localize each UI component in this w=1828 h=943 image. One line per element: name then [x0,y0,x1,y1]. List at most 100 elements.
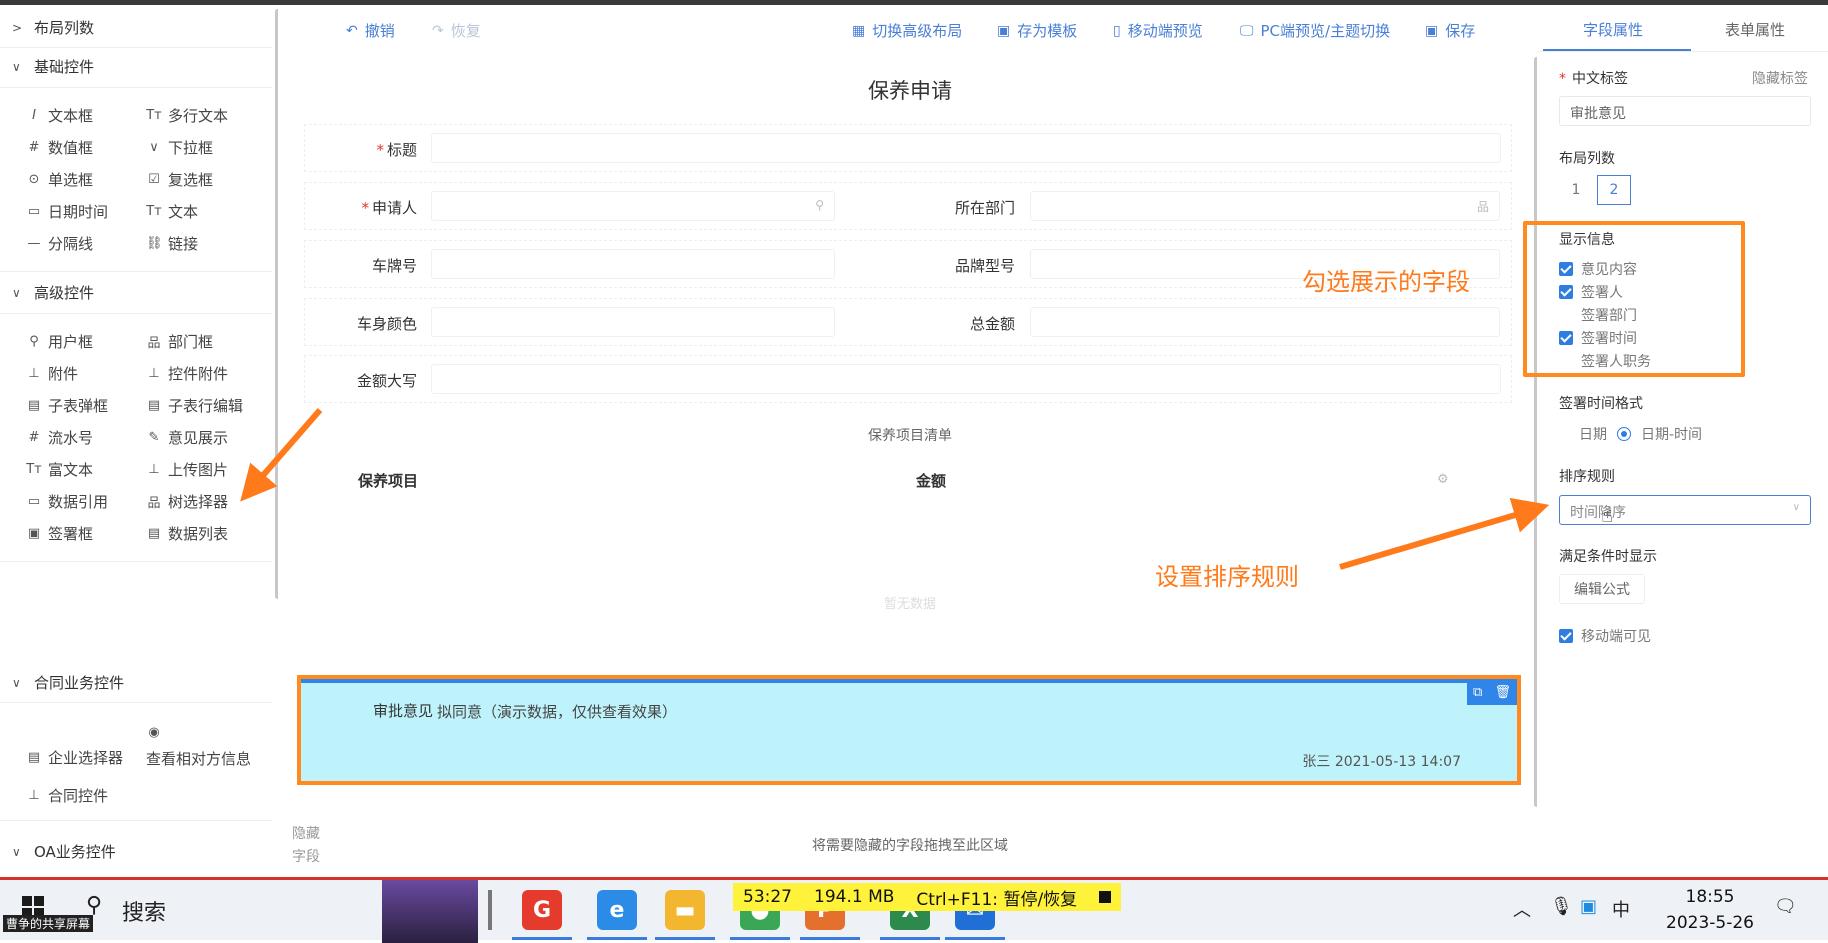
card-icon: ▭ [27,494,41,509]
field-row-title[interactable]: * 标题 [304,124,1512,172]
mobile-preview-button[interactable]: ▯ 移动端预览 [1113,20,1203,41]
total-input[interactable] [1030,307,1500,337]
app-g-icon[interactable]: G [522,890,562,930]
control-textbox[interactable]: I 文本框 [26,105,93,126]
columns-option-1[interactable]: 1 [1559,175,1593,205]
time-format-date[interactable]: 日期 [1579,424,1607,444]
control-rich-text[interactable]: Tт 富文本 [26,459,93,480]
ime-indicator[interactable]: 中 [1612,896,1630,922]
control-textarea[interactable]: Tт 多行文本 [146,105,228,126]
time-format-datetime[interactable]: 日期-时间 [1641,424,1702,444]
control-datetime[interactable]: ▭ 日期时间 [26,201,108,222]
sort-rule-select[interactable]: 时间降序 ∨ [1559,495,1811,525]
microphone-icon[interactable]: 🎙 [1550,896,1573,917]
stop-icon[interactable] [1099,891,1112,903]
control-department[interactable]: 品部门框 [146,331,213,352]
opinion-value: 拟同意（演示数据，仅供查看效果） [437,703,678,721]
divider [0,87,272,88]
search-icon[interactable]: ⚲ [86,893,102,918]
control-view-counterparty[interactable]: ◉ 查看相对方信息 [146,722,264,770]
field-row-color[interactable]: 车身颜色 总金额 [304,298,1512,346]
file-explorer-icon[interactable]: ▬ [665,890,705,930]
title-input[interactable] [431,133,1501,163]
control-serial-number[interactable]: # 流水号 [26,427,93,448]
subtable-col-amount: 金额 [916,472,947,490]
applicant-input[interactable]: ⚲ [431,191,835,221]
pc-preview-button[interactable]: 🖵 PC端预览/主题切换 [1240,20,1390,41]
control-attachment[interactable]: ⊥ 附件 [26,363,78,384]
control-subtable-popup[interactable]: ▤ 子表弹框 [26,395,108,416]
section-advanced-controls[interactable]: ∨ 高级控件 [12,282,94,303]
notification-icon[interactable]: 🗨 [1774,896,1797,917]
app-tray-icon[interactable]: ▣ [1580,896,1597,917]
tab-field-properties[interactable]: 字段属性 [1583,19,1643,40]
control-subtable-inline[interactable]: ▤ 子表行编辑 [146,395,243,416]
controls-sidebar: > 布局列数 ∨ 基础控件 I 文本框 Tт 多行文本 # 数值框 ∨ 下拉框 ⊙ 单选框 ☑… [0,5,278,877]
upload-icon: ⊥ [28,366,40,381]
control-dropdown[interactable]: ∨ 下拉框 [146,137,213,158]
color-input[interactable] [431,307,835,337]
control-data-list[interactable]: ▤ 数据列表 [146,523,228,544]
cn-label-input[interactable]: 审批意见 [1559,96,1811,126]
control-tree-selector[interactable]: 品树选择器 [146,491,228,512]
mobile-visible-toggle[interactable]: 移动端可见 [1559,626,1651,646]
mouse-pointer-icon: ☝ [1601,503,1614,527]
control-text[interactable]: Tт 文本 [146,201,198,222]
trash-icon[interactable]: 🗑 [1494,685,1511,700]
opinion-field-selected[interactable]: 审批意见 拟同意（演示数据，仅供查看效果） 张三 2021-05-13 14:0… [297,675,1521,785]
divider [0,561,272,562]
section-layout-columns[interactable]: > 布局列数 [12,17,94,38]
undo-button[interactable]: ↶ 撤销 [346,20,395,41]
control-upload-image[interactable]: ⊥ 上传图片 [146,459,228,480]
control-contract[interactable]: ⊥ 合同控件 [26,785,108,806]
control-control-attachment[interactable]: ⊥ 控件附件 [146,363,228,384]
control-data-reference[interactable]: ▭ 数据引用 [26,491,108,512]
monitor-icon: 🖵 [1240,22,1254,39]
copy-icon[interactable]: ⧉ [1473,685,1482,700]
save-button[interactable]: ▣ 保存 [1425,20,1475,41]
section-basic-controls[interactable]: ∨ 基础控件 [12,56,94,77]
tray-chevron-up-icon[interactable]: ︿ [1513,896,1531,922]
tab-form-properties[interactable]: 表单属性 [1725,19,1785,40]
taskbar-clock[interactable]: 18:55 2023-5-26 [1660,884,1760,936]
columns-option-2[interactable]: 2 [1597,175,1631,205]
control-user[interactable]: ⚲ 用户框 [26,331,93,352]
control-link[interactable]: ⛓ 链接 [146,233,198,254]
section-oa-controls[interactable]: ∨ OA业务控件 [12,841,116,862]
user-icon: ⚲ [29,334,39,349]
properties-panel: 字段属性 表单属性 * 中文标签 隐藏标签 审批意见 布局列数 1 2 显示信息 … [1537,5,1828,877]
switch-layout-button[interactable]: ▦ 切换高级布局 [852,20,962,41]
control-radio[interactable]: ⊙ 单选框 [26,169,93,190]
checkbox-icon [1732,71,1746,85]
control-divider[interactable]: — 分隔线 [26,233,94,254]
template-icon: ▣ [997,22,1011,39]
field-row-amount-upper[interactable]: 金额大写 [304,355,1512,403]
field-label-total: 总金额 [969,315,1015,333]
hide-label-toggle[interactable]: 隐藏标签 [1732,68,1808,88]
text-size-icon: Tт [26,462,42,477]
sidebar-scrollbar[interactable] [275,9,278,599]
annotation-set-sort: 设置排序规则 [1155,563,1299,591]
browser-icon[interactable]: e [597,890,637,930]
divider-icon: — [27,236,41,251]
control-checkbox[interactable]: ☑ 复选框 [146,169,213,190]
field-row-applicant[interactable]: * 申请人 ⚲ 所在部门 品 [304,182,1512,230]
section-contract-controls[interactable]: ∨ 合同业务控件 [12,672,124,693]
taskbar-search[interactable]: 搜索 [122,895,166,927]
building-icon: ▤ [27,750,41,765]
amount-upper-input[interactable] [431,364,1501,394]
control-signature[interactable]: ▣ 签署框 [26,523,93,544]
control-enterprise-selector[interactable]: ▤ 企业选择器 [26,747,123,768]
gear-icon[interactable]: ⚙ [1437,472,1449,487]
control-number[interactable]: # 数值框 [26,137,93,158]
department-input[interactable]: 品 [1030,191,1500,221]
control-opinion-display[interactable]: ✎ 意见展示 [146,427,228,448]
plate-input[interactable] [431,249,835,279]
org-tree-icon: 品 [147,496,161,511]
radio-selected-icon[interactable] [1617,427,1631,441]
redo-button[interactable]: ↷ 恢复 [432,20,481,41]
save-template-button[interactable]: ▣ 存为模板 [997,20,1077,41]
opinion-label: 审批意见 [373,702,434,720]
pen-icon: ✎ [148,430,160,445]
edit-formula-button[interactable]: 编辑公式 [1559,574,1645,604]
